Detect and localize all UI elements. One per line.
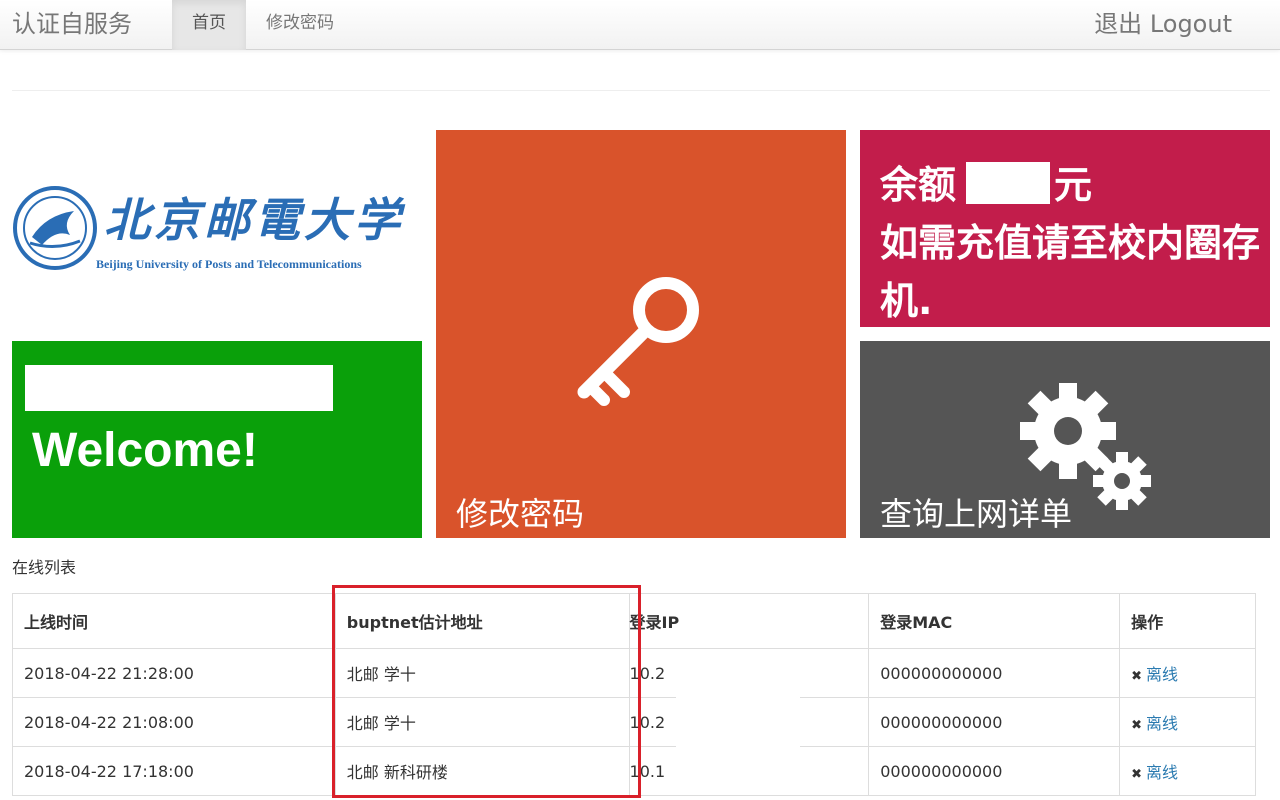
table-header-row: 上线时间 buptnet估计地址 登录IP 登录MAC 操作: [12, 593, 1256, 649]
tab-home[interactable]: 首页: [172, 0, 246, 50]
university-logo: 北京邮電大学 Beijing University of Posts and T…: [12, 185, 422, 275]
cell-mac: 000000000000: [868, 746, 1121, 796]
balance-prefix: 余额: [880, 163, 957, 207]
logo-name-en: Beijing University of Posts and Telecomm…: [96, 257, 362, 271]
table-row: 2018-04-22 21:28:00 北邮 学十 10.2 000000000…: [12, 648, 1256, 698]
online-sessions-table: 上线时间 buptnet估计地址 登录IP 登录MAC 操作 2018-04-2…: [12, 593, 1256, 796]
offline-label: 离线: [1145, 763, 1178, 782]
university-seal-icon: [13, 186, 97, 270]
cell-action: ✖ 离线: [1119, 697, 1256, 747]
divider: [12, 90, 1270, 91]
cell-mac: 000000000000: [868, 648, 1121, 698]
logout-link[interactable]: 退出 Logout: [1094, 8, 1232, 40]
offline-label: 离线: [1145, 714, 1178, 733]
tab-change-password[interactable]: 修改密码: [246, 0, 354, 50]
close-icon: ✖: [1131, 767, 1142, 782]
offline-link[interactable]: ✖ 离线: [1131, 665, 1178, 684]
cell-action: ✖ 离线: [1119, 746, 1256, 796]
close-icon: ✖: [1131, 718, 1142, 733]
recharge-note: 如需充值请至校内圈存机.: [880, 221, 1261, 323]
redacted-balance: [966, 162, 1051, 204]
change-password-label: 修改密码: [456, 495, 585, 533]
brand-title[interactable]: 认证自服务: [12, 8, 132, 40]
offline-link[interactable]: ✖ 离线: [1131, 714, 1178, 733]
cell-mac: 000000000000: [868, 697, 1121, 747]
cell-action: ✖ 离线: [1119, 648, 1256, 698]
close-icon: ✖: [1131, 669, 1142, 684]
table-row: 2018-04-22 17:18:00 北邮 新科研楼 10.1 0000000…: [12, 746, 1256, 796]
balance-suffix: 元: [1054, 163, 1093, 207]
header-login-mac: 登录MAC: [868, 593, 1121, 649]
balance-text: 余额 元 如需充值请至校内圈存机.: [880, 156, 1270, 327]
redacted-username: [25, 365, 333, 411]
usage-detail-label: 查询上网详单: [880, 495, 1073, 533]
welcome-tile: Welcome!: [12, 341, 422, 538]
header-action: 操作: [1119, 593, 1256, 649]
usage-detail-tile[interactable]: 查询上网详单: [860, 341, 1270, 538]
logo-name-cn: 北京邮電大学: [104, 193, 404, 247]
welcome-text: Welcome!: [32, 424, 258, 477]
cell-location: 北邮 学十: [334, 648, 630, 698]
cell-time: 2018-04-22 17:18:00: [12, 746, 336, 796]
header-login-time: 上线时间: [12, 593, 336, 649]
change-password-tile[interactable]: 修改密码: [436, 130, 846, 538]
table-row: 2018-04-22 21:08:00 北邮 学十 10.2 000000000…: [12, 697, 1256, 747]
offline-label: 离线: [1145, 665, 1178, 684]
top-navbar: 认证自服务 首页 修改密码 退出 Logout: [0, 0, 1280, 50]
cell-location: 北邮 学十: [334, 697, 630, 747]
balance-tile: 余额 元 如需充值请至校内圈存机.: [860, 130, 1270, 327]
offline-link[interactable]: ✖ 离线: [1131, 763, 1178, 782]
cell-time: 2018-04-22 21:08:00: [12, 697, 336, 747]
key-icon: [577, 277, 699, 406]
cell-location: 北邮 新科研楼: [334, 746, 630, 796]
redacted-ip-area: [676, 660, 800, 795]
header-location: buptnet估计地址: [334, 593, 630, 649]
cell-time: 2018-04-22 21:28:00: [12, 648, 336, 698]
header-login-ip: 登录IP: [628, 593, 870, 649]
online-list-caption: 在线列表: [12, 558, 77, 577]
